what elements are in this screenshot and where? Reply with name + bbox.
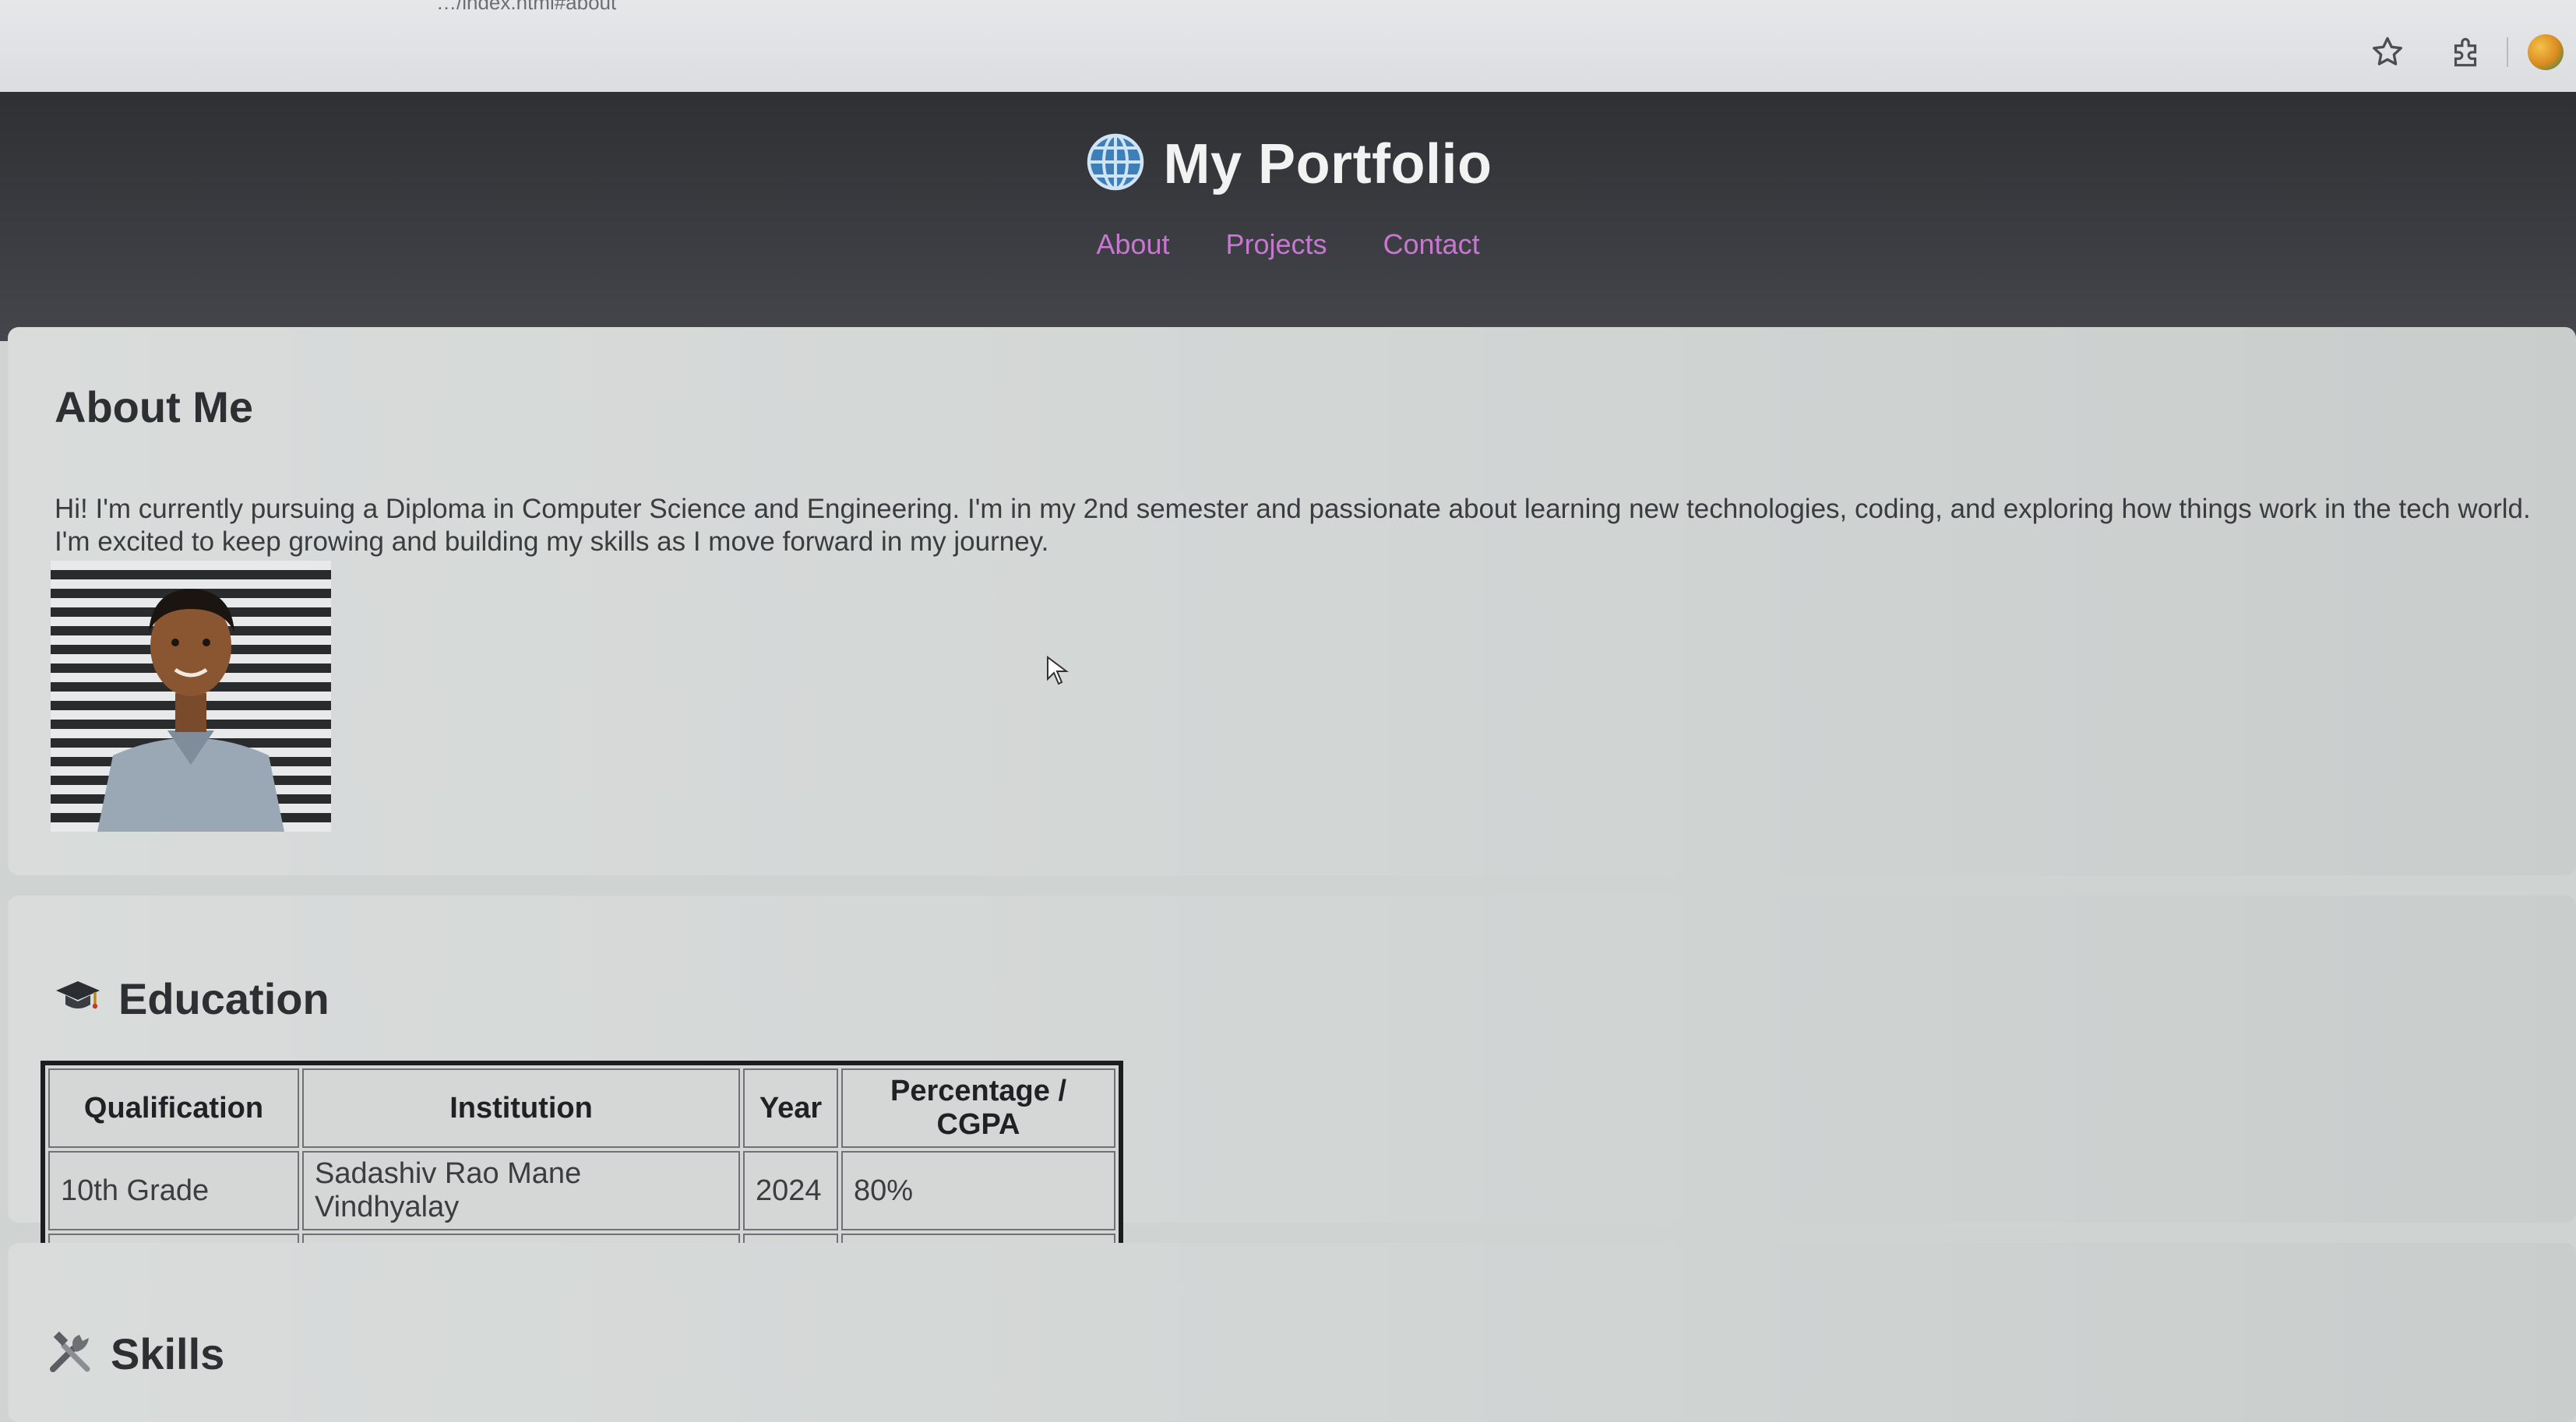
table-cell: Sadashiv Rao Mane Vindhyalay — [302, 1151, 740, 1230]
table-row: 10th Grade Sadashiv Rao Mane Vindhyalay … — [48, 1151, 1115, 1230]
about-text: Hi! I'm currently pursuing a Diploma in … — [55, 494, 2531, 557]
table-header-row: Qualification Institution Year Percentag… — [48, 1068, 1115, 1148]
about-section: About Me Hi! I'm currently pursuing a Di… — [8, 327, 2576, 875]
site-title: My Portfolio — [1163, 132, 1492, 195]
skills-heading: Skills — [47, 1329, 224, 1379]
brand: My Portfolio — [0, 131, 2576, 197]
table-cell: 80% — [841, 1151, 1115, 1230]
skills-title: Skills — [111, 1329, 225, 1378]
nav-contact[interactable]: Contact — [1383, 228, 1480, 261]
about-title: About Me — [55, 382, 254, 431]
education-heading: Education — [55, 973, 329, 1024]
star-icon[interactable] — [2368, 33, 2407, 72]
column-header: Year — [743, 1068, 838, 1148]
profile-avatar[interactable] — [2528, 34, 2564, 70]
nav-about[interactable]: About — [1096, 228, 1169, 261]
toolbar-divider — [2507, 37, 2508, 67]
main-nav: About Projects Contact — [0, 228, 2576, 261]
about-heading: About Me — [55, 382, 253, 432]
globe-icon — [1084, 131, 1147, 197]
table-cell: 10th Grade — [48, 1151, 299, 1230]
mouse-cursor-icon — [1046, 656, 1070, 691]
nav-projects[interactable]: Projects — [1225, 228, 1327, 261]
education-section: Education Qualification Institution Year… — [8, 896, 2576, 1287]
graduation-cap-icon — [55, 977, 101, 1021]
url-bar[interactable]: …/index.html#about — [436, 0, 616, 15]
column-header: Institution — [302, 1068, 740, 1148]
extensions-icon[interactable] — [2446, 33, 2485, 72]
skills-section: Skills — [8, 1243, 2576, 1422]
site-header: My Portfolio About Projects Contact — [0, 92, 2576, 341]
tools-icon — [47, 1329, 93, 1379]
column-header: Percentage / CGPA — [841, 1068, 1115, 1148]
table-cell: 2024 — [743, 1151, 838, 1230]
profile-photo — [51, 561, 331, 832]
column-header: Qualification — [48, 1068, 299, 1148]
browser-toolbar: …/index.html#about — [0, 0, 2576, 93]
education-title: Education — [118, 974, 329, 1023]
